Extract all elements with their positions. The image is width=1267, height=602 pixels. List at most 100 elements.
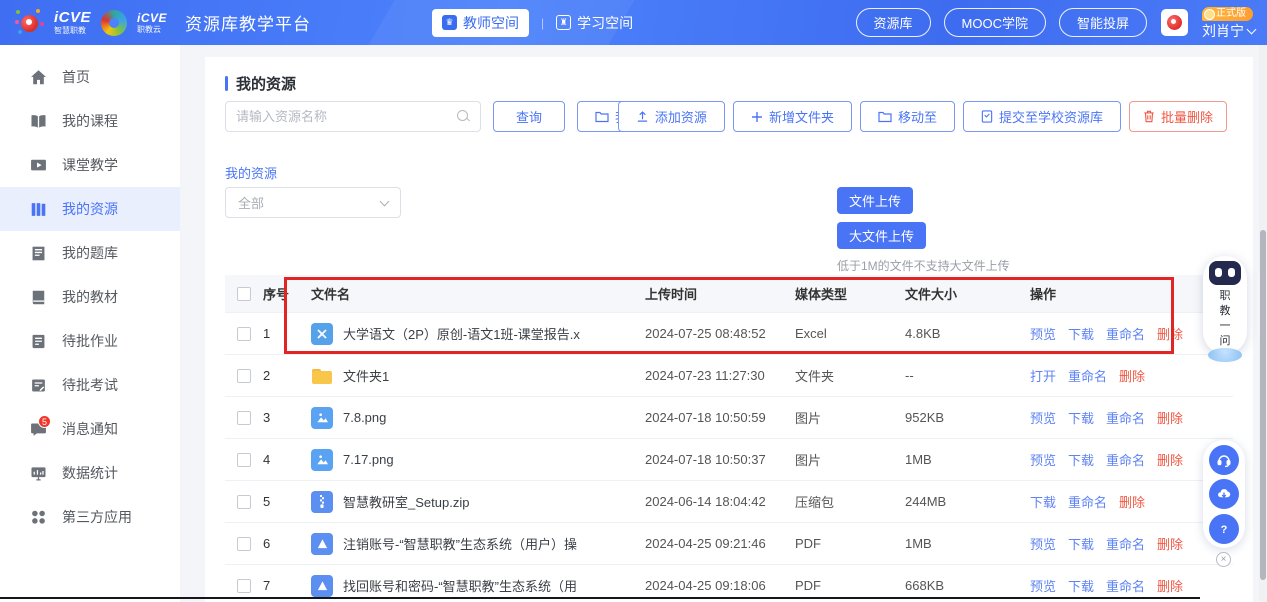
trash-button[interactable]: 批量删除 [1129,101,1227,132]
action-link[interactable]: 下载 [1068,576,1094,595]
row-checkbox[interactable] [237,453,251,467]
action-link[interactable]: 预览 [1030,324,1056,343]
file-name[interactable]: 7.17.png [343,452,394,467]
bottom-divider [0,597,1200,599]
avatar[interactable] [1161,9,1188,36]
search-input[interactable] [236,109,457,124]
row-checkbox[interactable] [237,327,251,341]
action-link[interactable]: 预览 [1030,450,1056,469]
logo1-title: iCVE [54,10,91,25]
sidebar-item-label: 我的教材 [62,287,118,307]
sidebar-item-homework[interactable]: 待批作业 [0,319,180,363]
media-type: 压缩包 [795,492,905,511]
icve-zhihuizhijiao-logo-icon [14,8,44,38]
action-link[interactable]: 删除 [1157,534,1183,553]
assistant-widget[interactable]: 职教一问 [1203,256,1247,354]
sidebar-item-label: 我的课程 [62,111,118,131]
file-name[interactable]: 智慧教研室_Setup.zip [343,492,469,511]
sidebar-item-textbook[interactable]: 我的教材 [0,275,180,319]
upload-icon [636,110,649,123]
action-link[interactable]: 下载 [1030,492,1056,511]
breadcrumb[interactable]: 我的资源 [225,163,277,182]
image-file-icon [311,449,333,471]
big-file-upload-button[interactable]: 大文件上传 [837,222,926,249]
action-link[interactable]: 下载 [1068,324,1094,343]
plus-button[interactable]: 新增文件夹 [733,101,852,132]
plus-icon [751,111,763,123]
excel-file-icon [311,323,333,345]
upload-time: 2024-07-25 08:48:52 [645,326,795,341]
file-name[interactable]: 大学语文（2P）原创-语文1班-课堂报告.x [343,324,580,343]
sidebar-item-message[interactable]: 消息通知5 [0,407,180,451]
learning-space-icon: ♜ [556,15,571,30]
action-link[interactable]: 打开 [1030,366,1056,385]
action-link[interactable]: 删除 [1157,450,1183,469]
action-link[interactable]: 预览 [1030,534,1056,553]
action-link[interactable]: 重命名 [1106,534,1145,553]
row-checkbox[interactable] [237,579,251,593]
filter-select[interactable]: 全部 [225,187,401,218]
file-name[interactable]: 文件夹1 [343,366,389,385]
column-header: 上传时间 [645,284,795,303]
file-upload-button[interactable]: 文件上传 [837,187,913,214]
action-link[interactable]: 重命名 [1106,450,1145,469]
file-size: 4.8KB [905,326,1030,341]
action-link[interactable]: 重命名 [1068,366,1107,385]
action-link[interactable]: 预览 [1030,576,1056,595]
sidebar-item-question-bank[interactable]: 我的题库 [0,231,180,275]
headset-icon[interactable] [1209,445,1239,475]
sidebar-item-exam[interactable]: 待批考试 [0,363,180,407]
sidebar-item-third-party[interactable]: 第三方应用 [0,495,180,539]
brand-area: iCVE 智慧职教 iCVE 职教云 资源库教学平台 [14,8,311,38]
file-name[interactable]: 注销账号-“智慧职教”生态系统（用户）操 [343,534,577,553]
quick-link-button[interactable]: MOOC学院 [944,8,1046,37]
select-all-checkbox[interactable] [237,287,251,301]
sidebar-item-resources[interactable]: 我的资源 [0,187,180,231]
user-menu[interactable]: 刘肖宁 [1202,24,1255,38]
scrollbar-thumb[interactable] [1260,230,1266,580]
search-box [225,101,481,132]
sidebar-item-home[interactable]: 首页 [0,55,180,99]
action-link[interactable]: 重命名 [1106,576,1145,595]
cloud-download-icon[interactable] [1209,479,1239,509]
row-checkbox[interactable] [237,495,251,509]
chevron-down-icon [1247,25,1257,35]
action-link[interactable]: 下载 [1068,534,1094,553]
action-link[interactable]: 预览 [1030,408,1056,427]
classroom-icon [30,157,47,174]
tab-learning-space[interactable]: ♜ 学习空间 [556,13,633,33]
tab-teacher-space[interactable]: ♛ 教师空间 [432,9,529,37]
sidebar-item-label: 待批考试 [62,375,118,395]
main-background: 我的资源 查询 我的资源 添加资源新增文件夹移动至提交至学校资源库批量删除 我的… [180,45,1267,602]
scrollbar[interactable] [1259,45,1267,602]
sidebar-item-courses[interactable]: 我的课程 [0,99,180,143]
close-icon[interactable]: × [1216,552,1231,567]
question-icon[interactable]: ? [1209,514,1239,544]
action-link[interactable]: 下载 [1068,408,1094,427]
quick-link-button[interactable]: 智能投屏 [1059,8,1147,37]
action-link[interactable]: 删除 [1157,576,1183,595]
quick-link-button[interactable]: 资源库 [856,8,931,37]
upload-button[interactable]: 添加资源 [618,101,725,132]
action-link[interactable]: 下载 [1068,450,1094,469]
doc-button[interactable]: 提交至学校资源库 [963,101,1121,132]
file-name[interactable]: 7.8.png [343,410,386,425]
notification-badge: 5 [38,415,51,428]
column-header: 文件名 [311,284,645,303]
action-link[interactable]: 重命名 [1068,492,1107,511]
search-icon[interactable] [457,110,470,123]
row-checkbox[interactable] [237,369,251,383]
action-link[interactable]: 删除 [1157,408,1183,427]
action-link[interactable]: 重命名 [1106,324,1145,343]
file-name[interactable]: 找回账号和密码-“智慧职教”生态系统（用 [343,576,577,595]
row-checkbox[interactable] [237,537,251,551]
action-link[interactable]: 删除 [1119,366,1145,385]
query-button[interactable]: 查询 [493,101,565,132]
sidebar-item-stats[interactable]: 数据统计 [0,451,180,495]
action-link[interactable]: 删除 [1119,492,1145,511]
action-link[interactable]: 删除 [1157,324,1183,343]
action-link[interactable]: 重命名 [1106,408,1145,427]
row-checkbox[interactable] [237,411,251,425]
folder-button[interactable]: 移动至 [860,101,955,132]
sidebar-item-classroom[interactable]: 课堂教学 [0,143,180,187]
